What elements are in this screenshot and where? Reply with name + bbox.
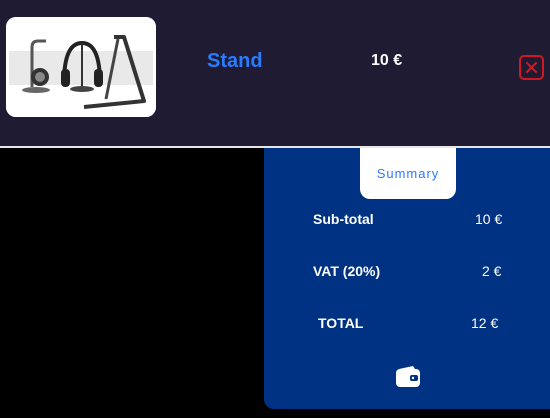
remove-item-button[interactable] [519,55,544,80]
summary-panel: Summary Sub-total 10 € VAT (20%) 2 € TOT… [264,148,550,409]
cart-item-row: Stand 10 € [0,0,550,146]
summary-tab-label: Summary [376,166,440,181]
headphone-stand-illustration [6,17,156,117]
close-icon [525,61,538,74]
subtotal-label: Sub-total [313,211,374,227]
subtotal-value: 10 € [475,211,503,227]
vat-label: VAT (20%) [313,263,381,279]
wallet-icon [396,366,420,387]
product-image [6,17,156,117]
checkout-wallet-button[interactable] [395,365,421,389]
vat-value: 2 € [482,263,502,279]
product-name[interactable]: Stand [207,50,263,73]
total-value: 12 € [471,315,499,331]
summary-tab[interactable]: Summary [360,148,456,199]
product-price: 10 € [371,52,403,69]
total-label: TOTAL [318,315,364,331]
